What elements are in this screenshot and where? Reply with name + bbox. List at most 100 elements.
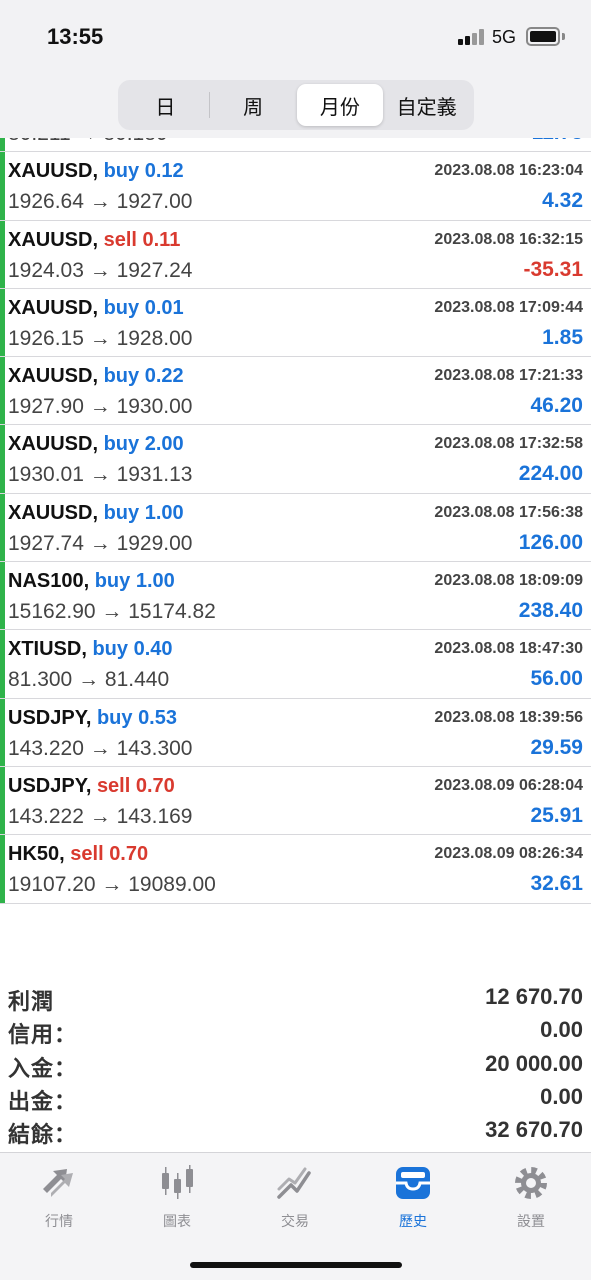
trade-symbol: NAS100,	[8, 570, 90, 593]
trade-row[interactable]: XAUUSD, buy 1.00 2023.08.08 17:56:38 1927.…	[0, 493, 591, 563]
trade-prices: 15162.90 → 15174.82	[8, 600, 216, 624]
trade-indicator-bar	[0, 425, 5, 493]
trade-title: XAUUSD, buy 1.00	[8, 502, 184, 525]
tab-label: 交易	[281, 1213, 309, 1229]
period-header: 日 周 月份 自定義	[0, 76, 591, 138]
trade-prices: 81.300 → 81.440	[8, 668, 170, 692]
trade-indicator-bar	[0, 835, 5, 903]
trade-row[interactable]: XAUUSD, buy 0.22 2023.08.08 17:21:33 1927.…	[0, 357, 591, 426]
trade-symbol: XAUUSD,	[8, 365, 99, 388]
summary-row-deposit: 入金： 20 000.00	[0, 1047, 591, 1081]
summary-value: 0.00	[540, 1017, 583, 1043]
trade-action: buy	[103, 296, 140, 319]
segment-week[interactable]: 周	[210, 84, 297, 126]
trade-action: buy	[103, 433, 140, 456]
trade-title: HK50, sell 0.70	[8, 843, 148, 866]
tab-history[interactable]: 歷史	[354, 1163, 472, 1243]
trade-title: USDJPY, buy 0.53	[8, 707, 177, 730]
network-type: 5G	[492, 27, 517, 47]
segment-custom[interactable]: 自定義	[383, 84, 470, 126]
trade-title: NAS100, buy 1.00	[8, 570, 175, 593]
trade-profit: -35.31	[523, 257, 583, 281]
trade-time: 2023.08.08 18:47:30	[434, 640, 583, 658]
segment-month[interactable]: 月份	[296, 84, 384, 126]
trade-title: XAUUSD, buy 0.22	[8, 365, 184, 388]
trade-symbol: USDJPY,	[8, 706, 92, 729]
trade-volume: 0.70	[135, 774, 175, 797]
trade-profit: 46.20	[530, 394, 583, 418]
trade-prices: 19107.20 → 19089.00	[8, 873, 216, 897]
summary-value: 32 670.70	[485, 1117, 583, 1143]
trade-row[interactable]: USDJPY, sell 0.70 2023.08.09 06:28:04 143.…	[0, 766, 591, 836]
trade-profit: 32.61	[530, 872, 583, 896]
trade-row[interactable]: XAUUSD, buy 0.01 2023.08.08 17:09:44 1926.…	[0, 288, 591, 358]
summary-row-balance: 結餘： 32 670.70	[0, 1113, 591, 1147]
trade-time: 2023.08.08 17:21:33	[434, 367, 583, 385]
trade-action: sell	[103, 228, 137, 251]
trade-volume: 0.22	[144, 365, 184, 388]
trade-time: 2023.08.08 18:09:09	[434, 572, 583, 590]
trade-row[interactable]: USDJPY, buy 0.53 2023.08.08 18:39:56 143.2…	[0, 698, 591, 767]
tab-trade[interactable]: 交易	[236, 1163, 354, 1243]
trade-volume: 1.00	[144, 501, 184, 524]
tab-quotes[interactable]: 行情	[0, 1163, 118, 1243]
trade-action: buy	[94, 570, 131, 593]
trade-volume: 0.70	[109, 843, 149, 866]
trade-symbol: HK50,	[8, 843, 65, 866]
trade-prices: 1926.64 → 1927.00	[8, 190, 193, 214]
trade-volume: 0.11	[142, 228, 181, 251]
history-icon	[396, 1167, 430, 1199]
trade-title: USDJPY, sell 0.70	[8, 775, 175, 798]
battery-tip	[562, 33, 565, 40]
trade-indicator-bar	[0, 766, 5, 835]
tab-chart[interactable]: 圖表	[118, 1163, 236, 1243]
summary-value: 20 000.00	[485, 1050, 583, 1076]
trade-row[interactable]: XAUUSD, sell 0.11 2023.08.08 16:32:15 1924…	[0, 220, 591, 289]
cellular-signal-icon	[458, 29, 486, 45]
trade-action: buy	[96, 706, 133, 729]
trade-prices: 1924.03 → 1927.24	[8, 258, 193, 282]
trade-action: buy	[103, 365, 140, 388]
trade-prices: 1930.01 → 1931.13	[8, 463, 193, 487]
quotes-icon	[43, 1169, 73, 1197]
trade-indicator-bar	[0, 630, 5, 698]
segment-day[interactable]: 日	[122, 84, 209, 126]
status-time: 13:55	[47, 24, 104, 49]
trade-title: XAUUSD, buy 2.00	[8, 433, 184, 456]
trade-time: 2023.08.09 08:26:34	[434, 845, 583, 863]
trade-prices: 1926.15 → 1928.00	[8, 326, 193, 350]
account-summary: 利潤 12 670.70 信用： 0.00 入金： 20 000.00 出金： …	[0, 980, 591, 1147]
trade-symbol: XTIUSD,	[8, 638, 87, 661]
trade-action: buy	[92, 638, 129, 661]
tab-settings[interactable]: 設置	[472, 1163, 590, 1243]
trade-prices: 1927.74 → 1929.00	[8, 531, 193, 555]
trade-volume: 1.00	[135, 570, 175, 593]
trade-title: XAUUSD, buy 0.12	[8, 160, 184, 183]
trade-indicator-bar	[0, 562, 5, 630]
trade-prices: 143.220 → 143.300	[8, 736, 193, 760]
trade-title: XTIUSD, buy 0.40	[8, 638, 173, 661]
trade-symbol: XAUUSD,	[8, 296, 99, 319]
trade-indicator-bar	[0, 357, 5, 425]
summary-label: 出金：	[8, 1088, 78, 1114]
tab-label: 圖表	[163, 1213, 191, 1229]
trade-indicator-bar	[0, 152, 5, 220]
trade-row[interactable]: XTIUSD, buy 0.40 2023.08.08 18:47:30 81.30…	[0, 630, 591, 699]
trade-symbol: USDJPY,	[8, 774, 92, 797]
trade-profit: 25.91	[530, 803, 583, 827]
trade-profit: 238.40	[518, 599, 583, 623]
trade-volume: 0.01	[144, 296, 184, 319]
summary-row-profit: 利潤 12 670.70	[0, 980, 591, 1014]
home-indicator	[190, 1262, 402, 1268]
trade-time: 2023.08.09 06:28:04	[434, 776, 583, 794]
trade-title: XAUUSD, buy 0.01	[8, 297, 184, 320]
trade-profit: 1.85	[542, 325, 583, 349]
trade-action: buy	[103, 160, 140, 183]
settings-icon	[515, 1167, 547, 1199]
trade-row[interactable]: XAUUSD, buy 2.00 2023.08.08 17:32:58 1930.…	[0, 425, 591, 494]
trade-row[interactable]: XAUUSD, buy 0.12 2023.08.08 16:23:04 1926.…	[0, 152, 591, 221]
trade-row[interactable]: NAS100, buy 1.00 2023.08.08 18:09:09 15162…	[0, 562, 591, 631]
trade-row[interactable]: HK50, sell 0.70 2023.08.09 08:26:34 19107.…	[0, 835, 591, 904]
trade-profit: 4.32	[542, 189, 583, 213]
trade-indicator-bar	[0, 698, 5, 766]
